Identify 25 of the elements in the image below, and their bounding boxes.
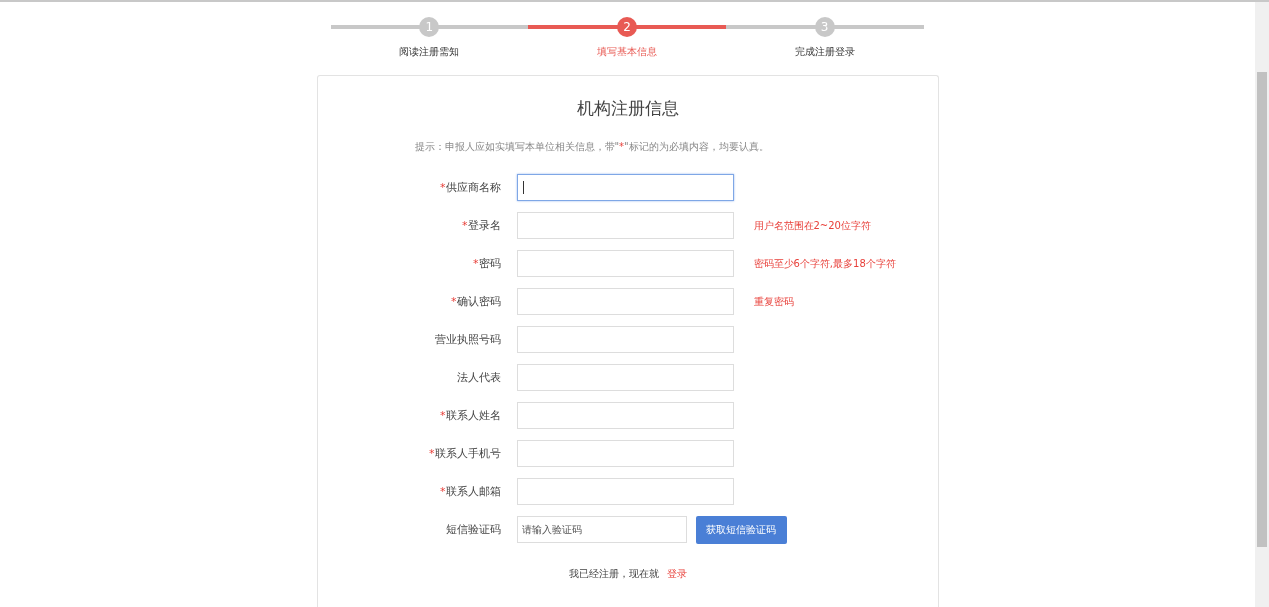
send-code-button[interactable]: 获取短信验证码 xyxy=(695,515,787,544)
login-link[interactable]: 登录 xyxy=(666,567,687,581)
step-label: 完成注册登录 xyxy=(794,45,855,59)
step-label: 填写基本信息 xyxy=(597,45,657,59)
scrollbar-thumb[interactable] xyxy=(1257,72,1267,547)
field-label: 短信验证码 xyxy=(444,522,501,537)
field-label: *供应商名称 xyxy=(439,180,501,195)
hint-text: 提示：申报人应如实填写本单位相关信息，带"*"标记的为必填内容，均要认真。 xyxy=(414,140,769,154)
input-field[interactable] xyxy=(516,174,734,201)
step-number: 2 xyxy=(617,17,637,37)
field-label: *联系人手机号 xyxy=(428,446,501,461)
scrollbar[interactable] xyxy=(1255,2,1269,607)
validation-note: 用户名范围在2~20位字符 xyxy=(753,218,871,233)
field-label: 营业执照号码 xyxy=(433,332,501,347)
footer-text: 我已经注册，现在就 xyxy=(568,567,659,581)
form-title: 机构注册信息 xyxy=(576,97,679,120)
field-label: *密码 xyxy=(472,256,501,271)
field-label: 法人代表 xyxy=(455,370,501,385)
step-label: 阅读注册需知 xyxy=(399,45,460,59)
validation-note: 重复密码 xyxy=(753,294,794,309)
field-label: *确认密码 xyxy=(450,294,501,309)
field-label: *登录名 xyxy=(461,218,501,233)
field-label: *联系人姓名 xyxy=(439,408,501,423)
validation-note: 密码至少6个字符,最多18个字符 xyxy=(753,256,896,271)
field-label: *联系人邮箱 xyxy=(439,484,501,499)
